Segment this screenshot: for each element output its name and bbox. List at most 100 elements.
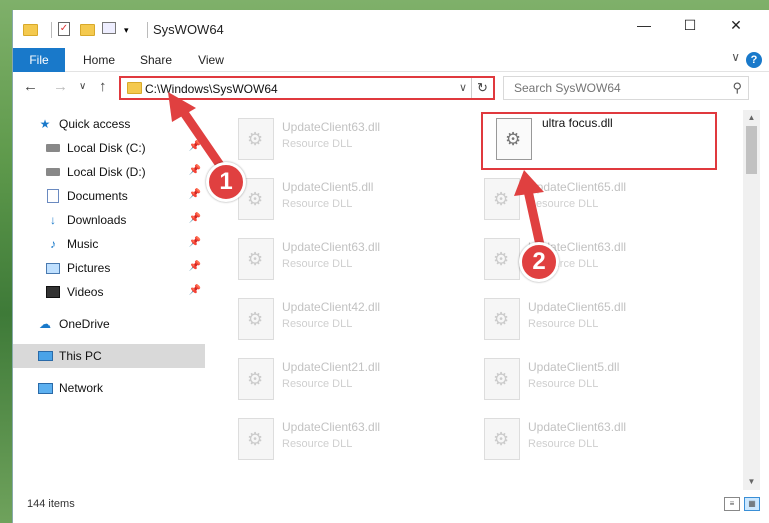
- file-name: UpdateClient5.dll: [528, 360, 620, 374]
- sidebar-item-pictures[interactable]: Pictures 📌: [13, 256, 205, 280]
- sidebar-item-label: Quick access: [59, 117, 131, 131]
- file-name: UpdateClient63.dll: [528, 420, 627, 434]
- collapse-ribbon-icon[interactable]: ∨: [731, 50, 740, 64]
- customize-toolbar-icon[interactable]: [102, 22, 118, 38]
- dll-file-icon: [484, 178, 520, 220]
- details-view-icon[interactable]: ≡: [724, 497, 740, 511]
- sidebar-item-label: This PC: [59, 349, 102, 363]
- scroll-down-icon[interactable]: ▼: [743, 474, 760, 490]
- tab-share[interactable]: Share: [133, 48, 179, 72]
- ribbon-tabs: File Home Share View ∨ ?: [13, 48, 769, 72]
- sidebar-item-music[interactable]: ♪ Music 📌: [13, 232, 205, 256]
- new-folder-icon[interactable]: [80, 22, 96, 38]
- file-name: UpdateClient65.dll: [528, 180, 627, 194]
- address-bar[interactable]: C:\Windows\SysWOW64 ∨ ↻: [119, 76, 495, 100]
- file-tile[interactable]: UpdateClient21.dll Resource DLL: [208, 352, 448, 408]
- sidebar-item-network[interactable]: Network: [13, 376, 205, 400]
- navigation-bar: ← → ∨ ↑ C:\Windows\SysWOW64 ∨ ↻ ⚲: [13, 72, 769, 102]
- sidebar-item-videos[interactable]: Videos 📌: [13, 280, 205, 304]
- scroll-up-icon[interactable]: ▲: [743, 110, 760, 126]
- file-type: Resource DLL: [282, 258, 353, 270]
- dll-file-icon: [238, 358, 274, 400]
- vertical-scrollbar[interactable]: ▲ ▼: [743, 110, 760, 490]
- up-arrow-icon[interactable]: ↑: [99, 78, 107, 95]
- pin-icon: 📌: [188, 213, 201, 224]
- pictures-icon: [45, 261, 61, 275]
- folder-icon: [23, 22, 39, 38]
- file-name: UpdateClient63.dll: [282, 120, 381, 134]
- maximize-button[interactable]: ☐: [667, 10, 713, 40]
- sidebar-item-label: Pictures: [67, 261, 111, 275]
- file-tile[interactable]: UpdateClient63.dll Resource DLL: [208, 232, 448, 288]
- pin-icon: 📌: [188, 285, 201, 296]
- file-tile[interactable]: UpdateClient42.dll Resource DLL: [208, 292, 448, 348]
- minimize-button[interactable]: —: [621, 10, 667, 40]
- pin-icon: 📌: [188, 141, 201, 152]
- file-type: Resource DLL: [282, 198, 353, 210]
- file-name: UpdateClient65.dll: [528, 300, 627, 314]
- file-name: UpdateClient42.dll: [282, 300, 381, 314]
- search-input[interactable]: [504, 77, 724, 99]
- refresh-icon[interactable]: ↻: [471, 78, 493, 98]
- sidebar-item-label: Local Disk (C:): [67, 141, 146, 155]
- sidebar-item-local-disk-d[interactable]: Local Disk (D:) 📌: [13, 160, 205, 184]
- file-tile[interactable]: UpdateClient63.dll Resource DLL: [208, 412, 448, 468]
- window-title: SysWOW64: [153, 22, 224, 37]
- film-icon: [45, 285, 61, 299]
- folder-icon: [127, 82, 142, 94]
- file-type: Resource DLL: [528, 318, 599, 330]
- file-tile[interactable]: UpdateClient5.dll Resource DLL: [454, 352, 694, 408]
- forward-arrow-icon[interactable]: →: [53, 78, 68, 95]
- address-dropdown-icon[interactable]: ∨: [459, 81, 467, 94]
- file-name: UpdateClient21.dll: [282, 360, 381, 374]
- scrollbar-thumb[interactable]: [746, 126, 757, 174]
- sidebar-item-this-pc[interactable]: This PC: [13, 344, 205, 368]
- step-2-badge: 2: [519, 242, 559, 282]
- address-path[interactable]: C:\Windows\SysWOW64: [145, 82, 278, 96]
- sidebar-item-quick-access[interactable]: ★ Quick access: [13, 112, 205, 136]
- item-count: 144 items: [27, 498, 75, 510]
- recent-locations-icon[interactable]: ∨: [79, 81, 86, 92]
- sidebar-item-local-disk-c[interactable]: Local Disk (C:) 📌: [13, 136, 205, 160]
- tab-view[interactable]: View: [189, 48, 233, 72]
- sidebar-item-downloads[interactable]: ↓ Downloads 📌: [13, 208, 205, 232]
- sidebar-item-label: OneDrive: [59, 317, 110, 331]
- file-name: UpdateClient63.dll: [282, 240, 381, 254]
- tab-home[interactable]: Home: [75, 48, 123, 72]
- toolbar-dropdown-icon[interactable]: ▾: [124, 22, 140, 38]
- dll-file-icon: [238, 418, 274, 460]
- file-tile[interactable]: UpdateClient65.dll Resource DLL: [454, 292, 694, 348]
- file-type: Resource DLL: [282, 318, 353, 330]
- back-arrow-icon[interactable]: ←: [23, 78, 38, 95]
- tab-file[interactable]: File: [13, 48, 65, 72]
- pin-icon: 📌: [188, 261, 201, 272]
- properties-check-icon[interactable]: ✓: [58, 22, 74, 38]
- dll-file-icon: [484, 418, 520, 460]
- search-icon[interactable]: ⚲: [732, 80, 742, 96]
- file-type: Resource DLL: [528, 438, 599, 450]
- search-box[interactable]: ⚲: [503, 76, 749, 100]
- dll-file-icon: [484, 358, 520, 400]
- disk-icon: [45, 165, 61, 179]
- file-tile[interactable]: UpdateClient63.dll Resource DLL: [454, 412, 694, 468]
- file-tile[interactable]: UpdateClient63.dll Resource DLL: [454, 232, 694, 288]
- file-tile[interactable]: UpdateClient65.dll Resource DLL: [454, 172, 694, 228]
- file-type: Resource DLL: [528, 378, 599, 390]
- step-1-badge: 1: [206, 162, 246, 202]
- sidebar-item-documents[interactable]: Documents 📌: [13, 184, 205, 208]
- large-icons-view-icon[interactable]: ▦: [744, 497, 760, 511]
- explorer-window: ✓ ▾ SysWOW64 — ☐ ✕ File Home Share View …: [12, 10, 769, 523]
- file-type: Resource DLL: [528, 198, 599, 210]
- dll-file-icon: [484, 238, 520, 280]
- file-tile[interactable]: UpdateClient63.dll Resource DLL: [208, 112, 448, 168]
- close-button[interactable]: ✕: [713, 10, 759, 40]
- title-bar: ✓ ▾ SysWOW64 — ☐ ✕: [13, 10, 769, 48]
- pin-icon: 📌: [188, 189, 201, 200]
- documents-icon: [45, 189, 61, 203]
- help-icon[interactable]: ?: [746, 52, 762, 68]
- sidebar-item-label: Videos: [67, 285, 104, 299]
- star-icon: ★: [39, 117, 51, 131]
- title-divider: [147, 22, 148, 38]
- sidebar-item-onedrive[interactable]: ☁ OneDrive: [13, 312, 205, 336]
- file-name: UpdateClient63.dll: [282, 420, 381, 434]
